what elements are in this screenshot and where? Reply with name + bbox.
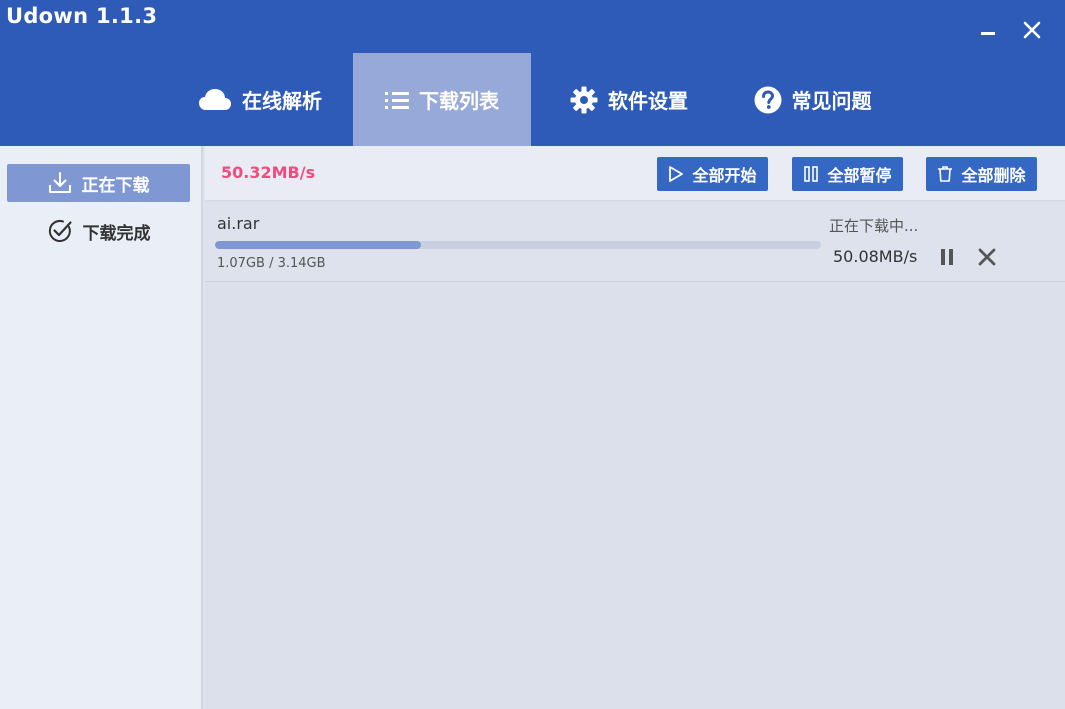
tab-label: 常见问题 <box>791 89 872 113</box>
question-icon <box>754 86 782 114</box>
button-label: 全部暂停 <box>827 166 892 185</box>
tab-label: 在线解析 <box>242 89 322 113</box>
cloud-icon <box>198 88 232 112</box>
tab-download-list[interactable]: 下载列表 <box>353 53 531 146</box>
task-pause-button[interactable] <box>935 245 959 269</box>
sidebar-item-label: 下载完成 <box>82 223 151 244</box>
task-progress-bar <box>215 241 821 249</box>
pause-icon <box>803 165 819 183</box>
start-all-button[interactable]: 全部开始 <box>657 157 768 191</box>
pause-all-button[interactable]: 全部暂停 <box>792 157 903 191</box>
download-panel: 50.32MB/s 全部开始 全部暂停 全部删除 ai.rar 1.07GB /… <box>205 146 1065 709</box>
close-button[interactable] <box>1016 14 1048 46</box>
tab-online-parse[interactable]: 在线解析 <box>180 53 340 146</box>
gear-icon <box>570 86 598 114</box>
play-icon <box>668 165 684 183</box>
total-speed: 50.32MB/s <box>221 163 316 182</box>
list-icon <box>385 90 409 110</box>
task-file-name: ai.rar <box>217 214 260 233</box>
pause-icon <box>941 249 953 265</box>
sidebar-item-completed[interactable]: 下载完成 <box>7 212 190 250</box>
tab-settings[interactable]: 软件设置 <box>545 53 713 146</box>
minimize-button[interactable] <box>972 14 1004 46</box>
tab-label: 软件设置 <box>608 89 688 113</box>
task-progress-fill <box>215 241 422 249</box>
task-speed: 50.08MB/s <box>833 247 918 266</box>
sidebar-item-label: 正在下载 <box>81 175 150 196</box>
task-status: 正在下载中... <box>829 217 919 235</box>
close-icon <box>1023 21 1041 39</box>
minimize-icon <box>981 26 995 35</box>
download-icon <box>48 171 72 195</box>
download-task-row: ai.rar 1.07GB / 3.14GB 正在下载中... 50.08MB/… <box>205 203 1065 282</box>
task-size: 1.07GB / 3.14GB <box>217 256 326 271</box>
main-tabs: 在线解析 下载列表 软件设置 常见问题 <box>0 53 1065 146</box>
app-title: Udown 1.1.3 <box>6 4 158 28</box>
task-delete-button[interactable] <box>975 245 999 269</box>
check-circle-icon <box>47 218 73 244</box>
button-label: 全部开始 <box>692 166 757 185</box>
title-bar: Udown 1.1.3 在线解析 下载列表 软件设置 常见问题 <box>0 0 1065 146</box>
close-icon <box>978 248 996 266</box>
trash-icon <box>937 165 953 183</box>
toolbar: 50.32MB/s 全部开始 全部暂停 全部删除 <box>205 146 1065 201</box>
sidebar: 正在下载 下载完成 <box>0 146 203 709</box>
sidebar-item-downloading[interactable]: 正在下载 <box>7 164 190 202</box>
button-label: 全部删除 <box>961 166 1026 185</box>
tab-label: 下载列表 <box>419 89 499 113</box>
delete-all-button[interactable]: 全部删除 <box>926 157 1037 191</box>
tab-faq[interactable]: 常见问题 <box>730 53 895 146</box>
